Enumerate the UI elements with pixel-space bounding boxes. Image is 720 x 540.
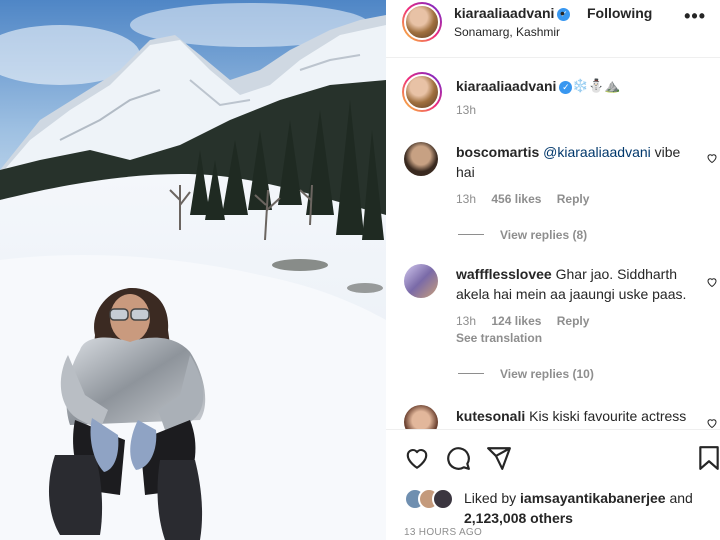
post-photo[interactable] <box>0 0 386 540</box>
save-icon[interactable] <box>696 445 720 471</box>
verified-icon: ✓ <box>559 81 573 94</box>
comment-meta: 13h 124 likes Reply <box>456 314 601 328</box>
author-username[interactable]: kiaraaliaadvani ✓ <box>454 5 571 21</box>
following-button[interactable]: Following <box>587 5 652 21</box>
view-replies-button[interactable]: View replies (8) <box>458 228 587 242</box>
comment-reply-button[interactable]: Reply <box>557 314 590 328</box>
comment-like-icon[interactable] <box>706 417 718 429</box>
caption-time: 13h <box>456 103 477 117</box>
comment-time: 13h <box>456 192 477 206</box>
caption-username[interactable]: kiaraaliaadvani ✓ <box>456 78 573 94</box>
replies-line <box>458 373 484 374</box>
snow-mountain-photo <box>0 0 386 540</box>
caption-text: ❄️⛄⛰️ <box>572 78 621 93</box>
share-icon[interactable] <box>486 445 512 471</box>
comment-mention[interactable]: @kiaraaliaadvani <box>543 144 651 160</box>
header-separator: • <box>560 5 565 21</box>
comment-likes[interactable]: 456 likes <box>491 192 541 206</box>
comment-reply-button[interactable]: Reply <box>557 192 590 206</box>
post-location[interactable]: Sonamarg, Kashmir <box>454 25 560 39</box>
post-actions: Liked by iamsayantikabanerjee and 2,123,… <box>386 429 720 539</box>
post-header: kiaraaliaadvani ✓ • Following Sonamarg, K… <box>386 0 720 58</box>
post-timestamp[interactable]: 13 HOURS AGO <box>404 527 482 538</box>
see-translation-button[interactable]: See translation <box>456 331 542 345</box>
liked-by-text: Liked by iamsayantikabanerjee and 2,123,… <box>464 490 693 526</box>
commenter-avatar[interactable] <box>404 142 438 176</box>
comment-text: waffflesslovee Ghar jao. Siddharth akela… <box>456 266 687 302</box>
comment-text: kutesonali Kis kiski favourite actress <box>456 408 687 424</box>
commenter-avatar[interactable] <box>404 264 438 298</box>
comment-like-icon[interactable] <box>706 152 718 164</box>
heart-icon[interactable] <box>404 445 430 471</box>
view-replies-button[interactable]: View replies (10) <box>458 367 594 381</box>
replies-line <box>458 234 484 235</box>
comment-time: 13h <box>456 314 477 328</box>
post-detail-pane: kiaraaliaadvani ✓ • Following Sonamarg, K… <box>386 0 720 540</box>
commenter-username[interactable]: boscomartis <box>456 144 539 160</box>
author-avatar[interactable] <box>402 2 442 42</box>
commenter-username[interactable]: waffflesslovee <box>456 266 552 282</box>
liker-avatar <box>432 488 454 510</box>
commenter-username[interactable]: kutesonali <box>456 408 525 424</box>
comment-item: kutesonali Kis kiski favourite actress <box>386 405 720 429</box>
comment-like-icon[interactable] <box>706 276 718 288</box>
commenter-avatar[interactable] <box>404 405 438 429</box>
liked-by-user[interactable]: iamsayantikabanerjee <box>520 490 666 506</box>
comment-likes[interactable]: 124 likes <box>491 314 541 328</box>
comment-text: boscomartis @kiaraaliaadvani vibe hai <box>456 144 681 180</box>
comment-icon[interactable] <box>445 445 471 471</box>
liked-by-avatars[interactable] <box>404 488 458 512</box>
caption-avatar[interactable] <box>402 72 442 112</box>
comment-meta: 13h 456 likes Reply <box>456 192 601 206</box>
more-icon[interactable]: ••• <box>684 6 706 27</box>
likes-count[interactable]: 2,123,008 others <box>464 510 573 526</box>
